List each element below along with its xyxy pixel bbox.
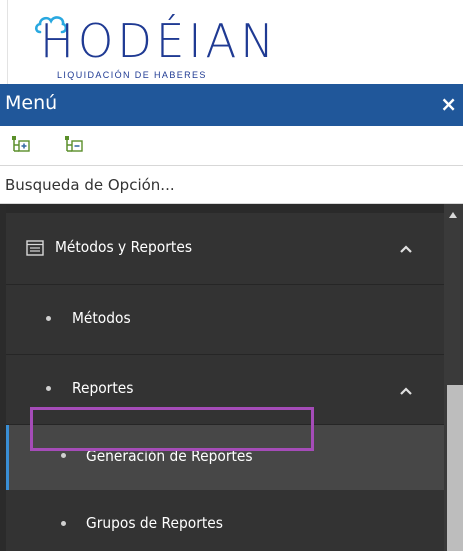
- scroll-up-arrow-icon[interactable]: [448, 211, 458, 219]
- tree-collapse-icon[interactable]: [63, 134, 85, 156]
- nav-label: Reportes: [72, 379, 134, 397]
- active-indicator: [6, 425, 9, 490]
- close-icon[interactable]: ×: [440, 92, 457, 116]
- chevron-up-icon[interactable]: [398, 386, 414, 396]
- bullet-icon: [46, 316, 51, 321]
- tree-expand-icon[interactable]: [10, 134, 32, 156]
- nav-item-metodos-y-reportes[interactable]: Métodos y Reportes: [6, 213, 444, 285]
- search-input[interactable]: [0, 166, 463, 203]
- nav-top-strip: [0, 204, 444, 213]
- nav-item-metodos[interactable]: Métodos: [6, 285, 444, 355]
- nav-label: Generación de Reportes: [86, 447, 253, 465]
- document-list-icon: [26, 240, 44, 256]
- logo-wordmark: HODÉIAN: [40, 14, 278, 68]
- search-box: [0, 165, 463, 204]
- nav-label: Grupos de Reportes: [86, 514, 223, 532]
- nav-item-grupos-de-reportes[interactable]: Grupos de Reportes: [6, 490, 444, 551]
- chevron-up-icon[interactable]: [398, 244, 414, 254]
- logo-area: HODÉIAN LIQUIDACIÓN DE HABERES: [0, 0, 463, 84]
- nav-item-generacion-de-reportes[interactable]: Generación de Reportes: [6, 425, 444, 490]
- logo-tagline: LIQUIDACIÓN DE HABERES: [57, 70, 207, 80]
- nav-panel: Métodos y Reportes Métodos Reportes Gene…: [0, 204, 463, 551]
- logo-divider: [0, 0, 8, 84]
- menu-title: Menú: [5, 92, 58, 114]
- nav-label: Métodos y Reportes: [55, 238, 193, 256]
- bullet-icon: [61, 453, 66, 458]
- nav-item-reportes[interactable]: Reportes: [6, 355, 444, 425]
- app-page: HODÉIAN LIQUIDACIÓN DE HABERES Menú × Bu…: [0, 0, 463, 551]
- menu-header: Menú ×: [0, 84, 463, 126]
- bullet-icon: [46, 386, 51, 391]
- nav-label: Métodos: [72, 309, 131, 327]
- bullet-icon: [61, 521, 66, 526]
- scroll-thumb[interactable]: [447, 385, 463, 551]
- tree-toolbar: [0, 126, 463, 165]
